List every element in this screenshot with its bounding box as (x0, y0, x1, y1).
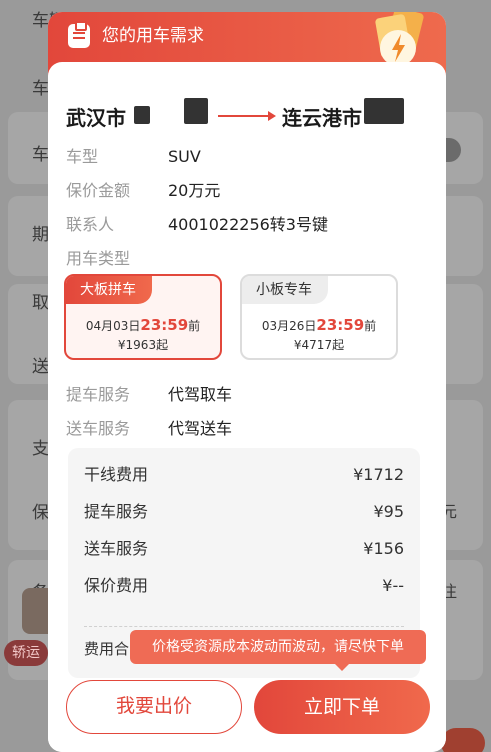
pickup-service-label: 提车服务 (66, 385, 131, 404)
fee-amount: ¥156 (363, 539, 404, 558)
insured-amount-value: 20万元 (168, 181, 221, 200)
modal-title: 您的用车需求 (102, 26, 204, 46)
fee-label: 提车服务 (84, 502, 149, 521)
background-row-label: 车 (32, 79, 49, 99)
background-row-label: 期 (32, 225, 49, 245)
option-date: 03月26日 (261, 319, 317, 333)
insured-amount-label: 保价金额 (66, 181, 131, 200)
fee-amount: ¥1712 (353, 465, 404, 484)
delivery-service-row: 送车服务 代驾送车 (66, 418, 232, 440)
fee-amount: ¥95 (373, 502, 404, 521)
delivery-service-label: 送车服务 (66, 419, 131, 438)
pickup-service-value: 代驾取车 (168, 385, 233, 404)
modal-body: 武汉市 连云港市 车型 SUV 保价金额 20万元 联系人 4001022256转3号… (48, 62, 446, 752)
option-suffix: 前 (364, 319, 377, 333)
fee-row: 送车服务 ¥156 (84, 538, 404, 560)
usage-type-label: 用车类型 (66, 249, 131, 268)
option-price: ¥4717起 (293, 338, 345, 352)
fee-row: 保价费用 ¥-- (84, 575, 404, 597)
car-type-label: 车型 (66, 147, 99, 166)
redacted-block (134, 106, 150, 124)
fee-amount: ¥-- (382, 576, 404, 595)
option-deadline: 04月03日23:59前 (66, 316, 220, 334)
car-type-value: SUV (168, 147, 201, 166)
fee-label: 干线费用 (84, 465, 149, 484)
contact-label: 联系人 (66, 215, 115, 234)
origin-city: 武汉市 (66, 106, 126, 130)
background-row-label: 支 (32, 439, 49, 459)
redacted-block (364, 98, 404, 124)
destination-city: 连云港市 (282, 106, 362, 130)
divider (84, 626, 404, 627)
delivery-service-value: 代驾送车 (168, 419, 233, 438)
option-time: 23:59 (140, 316, 189, 334)
car-type-row: 车型 SUV (66, 146, 201, 168)
option-dedicated-trailer[interactable]: 小板专车 03月26日23:59前 ¥4717起 (240, 274, 398, 360)
option-price: ¥1963起 (117, 338, 169, 352)
redacted-block (184, 98, 208, 124)
background-row-label: 取 (32, 293, 49, 313)
background-tag: 轿运 (4, 640, 48, 666)
fee-label: 保价费用 (84, 576, 149, 595)
bid-button[interactable]: 我要出价 (66, 680, 242, 734)
price-tip-tooltip: 价格受资源成本波动而波动，请尽快下单 (130, 630, 426, 671)
demand-modal: 您的用车需求 武汉市 连云港市 车型 SUV 保价金额 20万元 联系人 400102… (48, 12, 446, 752)
background-row-label: 车 (32, 145, 49, 165)
option-tag: 小板专车 (242, 276, 328, 304)
arrow-right-icon (218, 111, 276, 121)
option-suffix: 前 (188, 319, 201, 333)
insured-amount-row: 保价金额 20万元 (66, 180, 220, 202)
contact-value: 4001022256转3号键 (168, 215, 328, 234)
clipboard-icon (68, 21, 90, 48)
fee-row: 提车服务 ¥95 (84, 501, 404, 523)
option-deadline: 03月26日23:59前 (242, 316, 396, 334)
option-shared-trailer[interactable]: 大板拼车 04月03日23:59前 ¥1963起 (64, 274, 222, 360)
background-row-label: 保 (32, 503, 49, 523)
option-time: 23:59 (316, 316, 365, 334)
usage-type-row: 用车类型 (66, 248, 168, 270)
contact-row: 联系人 4001022256转3号键 (66, 214, 328, 236)
background-row-label: 送 (32, 357, 49, 377)
option-tag: 大板拼车 (66, 276, 152, 304)
option-date: 04月03日 (85, 319, 141, 333)
pickup-service-row: 提车服务 代驾取车 (66, 384, 232, 406)
background-button (441, 728, 485, 752)
order-now-button[interactable]: 立即下单 (254, 680, 430, 734)
fee-label: 送车服务 (84, 539, 149, 558)
fee-row: 干线费用 ¥1712 (84, 464, 404, 486)
fee-total-label: 费用合 (84, 640, 130, 658)
